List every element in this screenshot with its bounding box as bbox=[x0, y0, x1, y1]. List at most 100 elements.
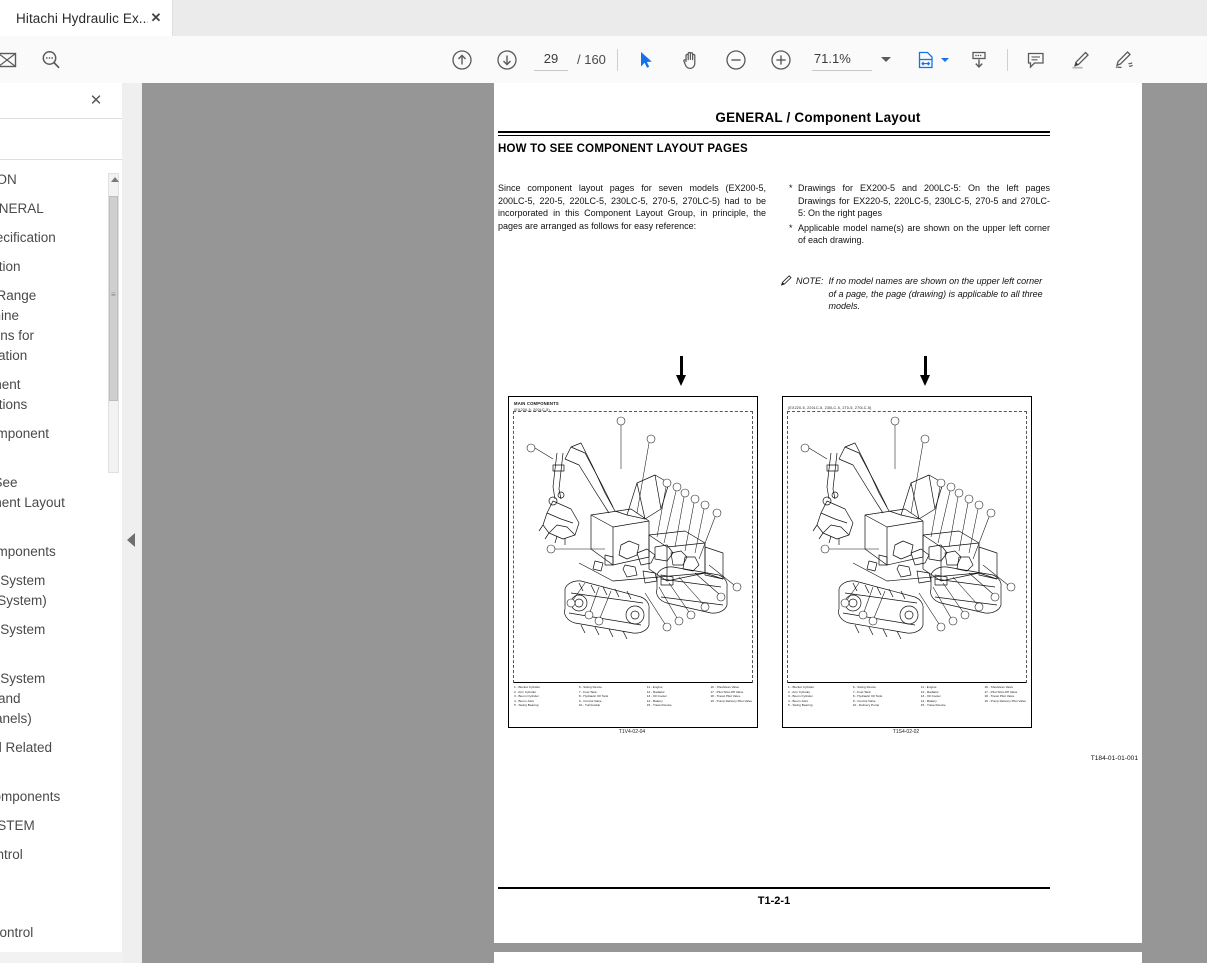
page-total-label: / 160 bbox=[577, 52, 606, 67]
highlighter-icon[interactable] bbox=[1063, 43, 1097, 77]
legend-item: 19 - Pump Delivery Pilot Valve bbox=[984, 698, 1026, 703]
tab-strip-empty-area bbox=[173, 0, 1207, 36]
main-toolbar: 29 / 160 71.1% bbox=[0, 36, 1207, 84]
hand-icon[interactable] bbox=[674, 43, 708, 77]
legend-item: 19 - Pump Delivery Pilot Valve bbox=[710, 698, 752, 703]
page-header-title: GENERAL / Component Layout bbox=[715, 110, 921, 125]
legend-item: 10 - Turnbuckle bbox=[578, 703, 601, 708]
zoom-control[interactable]: 71.1% bbox=[811, 48, 891, 71]
sign-icon[interactable] bbox=[1107, 43, 1141, 77]
cursor-arrow-icon[interactable] bbox=[629, 43, 663, 77]
bookmark-item[interactable]: ine bbox=[0, 891, 122, 917]
minus-circle-icon[interactable] bbox=[719, 43, 753, 77]
excavator-drawing-right bbox=[800, 416, 1016, 640]
bookmark-item[interactable]: trical System ays) bbox=[0, 617, 122, 663]
page-content: GENERAL / Component Layout HOW TO SEE CO… bbox=[494, 83, 1142, 943]
toolbar-separator bbox=[616, 48, 618, 71]
bookmark-item[interactable]: 2 Component t bbox=[0, 421, 122, 467]
legend-column: 1 - Bucket Cylinder 2 - Arm Cylinder 3 -… bbox=[788, 685, 814, 717]
bookmark-item[interactable]: p and Related s bbox=[0, 735, 122, 781]
zoom-level-value[interactable]: 71.1% bbox=[811, 48, 872, 71]
excavator-drawing-left bbox=[526, 416, 742, 640]
page-navigation: 29 / 160 bbox=[534, 48, 606, 71]
fit-width-icon[interactable] bbox=[909, 43, 943, 77]
scroll-up-arrow-icon[interactable] bbox=[111, 177, 119, 182]
figure-pointer-stem-left bbox=[680, 356, 683, 375]
close-icon[interactable]: ✕ bbox=[148, 10, 164, 26]
legend-column: 1 - Bucket Cylinder 2 - Arm Cylinder 3 -… bbox=[514, 685, 540, 717]
header-rule-thin bbox=[498, 135, 1050, 136]
toolbar-center-group: 29 / 160 71.1% bbox=[445, 36, 1141, 83]
legend-column: 16 - Shockless Valve 17 - Pilot Shut-Off… bbox=[984, 685, 1026, 717]
note-text: If no model names are shown on the upper… bbox=[828, 276, 1043, 312]
legend-item: 5 - Swing Bearing bbox=[788, 703, 813, 708]
plus-circle-icon[interactable] bbox=[764, 43, 798, 77]
acrobat-window: Hitachi Hydraulic Ex... ✕ 29 / 160 71.1%… bbox=[0, 0, 1207, 963]
sidebar-panel-icon[interactable] bbox=[0, 43, 24, 77]
bookmark-item[interactable]: mponent cifications bbox=[0, 372, 122, 418]
legend-column: 11 - Engine 12 - Radiator 13 - Oil Coole… bbox=[647, 685, 672, 717]
drawing-id-label: T184-01-01-001 bbox=[1090, 755, 1138, 762]
page-gap bbox=[494, 943, 1142, 952]
legend-column: 11 - Engine 12 - Radiator 13 - Oil Coole… bbox=[921, 685, 946, 717]
bullet-marker: * bbox=[789, 183, 793, 193]
legend-column: 16 - Shockless Valve 17 - Pilot Shut-Off… bbox=[710, 685, 752, 717]
collapse-sidebar-arrow-icon[interactable] bbox=[127, 533, 135, 547]
bullet-item: * Applicable model name(s) are shown on … bbox=[789, 222, 1050, 247]
bullet-text: Applicable model name(s) are shown on th… bbox=[798, 222, 1050, 246]
bookmark-item[interactable]: trical System nitor and ch Panels) bbox=[0, 666, 122, 732]
sidebar-splitter[interactable] bbox=[122, 83, 143, 963]
section-heading: HOW TO SEE COMPONENT LAYOUT PAGES bbox=[498, 143, 748, 155]
legend-item: 15 - Travel Device bbox=[920, 703, 946, 708]
bookmarks-horizontal-scrollbar[interactable] bbox=[0, 952, 122, 963]
bookmark-list[interactable]: JCTION 1 GENERAL 1 Specification cificat… bbox=[0, 160, 122, 946]
bookmark-item[interactable]: v to See mponent Layout es bbox=[0, 470, 122, 536]
pdf-viewer[interactable]: GENERAL / Component Layout HOW TO SEE CO… bbox=[142, 83, 1207, 963]
bookmark-item[interactable]: cification bbox=[0, 254, 122, 280]
header-rule-thick bbox=[498, 131, 1050, 133]
bookmark-item[interactable]: er Components bbox=[0, 784, 122, 810]
comment-icon[interactable] bbox=[1019, 43, 1053, 77]
pdf-page: GENERAL / Component Layout HOW TO SEE CO… bbox=[494, 83, 1142, 943]
note-block: NOTE: If no model names are shown on the… bbox=[780, 275, 1052, 313]
page-scroll-icon[interactable] bbox=[962, 43, 996, 77]
bookmark-item[interactable]: JCTION bbox=[0, 167, 122, 193]
figure-left-legend: 1 - Bucket Cylinder 2 - Arm Cylinder 3 -… bbox=[514, 682, 752, 717]
figure-left: MAIN COMPONENTS (EX200-5, 200LC-5) 1 - B… bbox=[508, 396, 758, 728]
chevron-down-icon[interactable] bbox=[880, 57, 891, 62]
figure-pointer-arrow-left bbox=[676, 375, 686, 386]
bookmark-item[interactable]: ine Control bbox=[0, 920, 122, 946]
document-tab[interactable]: Hitachi Hydraulic Ex... ✕ bbox=[0, 0, 173, 36]
legend-item: 5 - Swing Bearing bbox=[514, 703, 539, 708]
sidebar-close-icon[interactable]: ✕ bbox=[87, 92, 105, 110]
bookmark-item[interactable]: 2 SYSTEM bbox=[0, 813, 122, 839]
bookmark-item[interactable]: trical System erall System) bbox=[0, 568, 122, 614]
bookmark-item[interactable]: 1 Specification bbox=[0, 225, 122, 251]
legend-item: 15 - Travel Device bbox=[646, 703, 672, 708]
arrow-down-circle-icon[interactable] bbox=[490, 43, 524, 77]
legend-item: 10 - Delivery Pump bbox=[852, 703, 880, 708]
bookmark-item[interactable]: 1 Control n bbox=[0, 842, 122, 888]
arrow-up-circle-icon[interactable] bbox=[445, 43, 479, 77]
bullet-item: * Drawings for EX200-5 and 200LC-5: On t… bbox=[789, 182, 1050, 220]
page-number-input[interactable]: 29 bbox=[534, 48, 568, 71]
footer-rule bbox=[498, 887, 1050, 889]
intro-paragraph: Since component layout pages for seven m… bbox=[498, 183, 766, 231]
search-icon[interactable] bbox=[34, 43, 68, 77]
figure-left-caption: T1V4-02-04 bbox=[618, 729, 646, 735]
bookmarks-vertical-scrollbar[interactable]: ≡ bbox=[108, 173, 119, 473]
figure-right-caption: T1S4-02-02 bbox=[892, 729, 920, 735]
legend-column: 6 - Swing Device 7 - Fuel Tank 8 - Hydra… bbox=[579, 685, 608, 717]
toolbar-separator-2 bbox=[1006, 48, 1008, 71]
note-label: NOTE: bbox=[796, 276, 824, 286]
bookmark-item[interactable]: n Components bbox=[0, 539, 122, 565]
bookmark-item[interactable]: king Range Machine ensions for sportatio… bbox=[0, 283, 122, 369]
fit-options-chevron-icon[interactable] bbox=[940, 57, 949, 62]
bullet-marker: * bbox=[789, 222, 793, 233]
sidebar-header: ✕ bbox=[0, 83, 122, 118]
right-column: * Drawings for EX200-5 and 200LC-5: On t… bbox=[789, 182, 1050, 249]
bookmark-item[interactable]: 1 GENERAL bbox=[0, 196, 122, 222]
figure-right-legend: 1 - Bucket Cylinder 2 - Arm Cylinder 3 -… bbox=[788, 682, 1026, 717]
legend-column: 6 - Swing Device 7 - Fuel Tank 8 - Hydra… bbox=[853, 685, 882, 717]
bullet-text: Drawings for EX200-5 and 200LC-5: On the… bbox=[798, 183, 1050, 219]
